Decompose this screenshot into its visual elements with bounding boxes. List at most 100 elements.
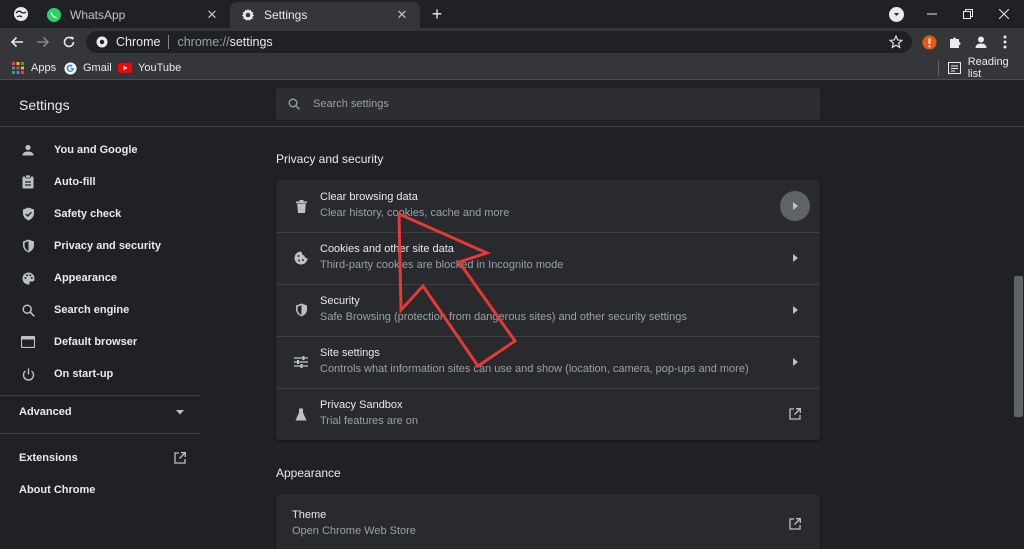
- sidebar-extensions-label: Extensions: [19, 452, 78, 464]
- sidebar-item-about-chrome[interactable]: About Chrome: [0, 474, 200, 506]
- settings-header: Settings: [0, 81, 1024, 127]
- chevron-right-icon[interactable]: [782, 349, 808, 375]
- external-link-icon: [174, 452, 186, 464]
- bookmark-gmail[interactable]: Gmail: [63, 60, 112, 76]
- extensions-puzzle-icon[interactable]: [946, 33, 964, 51]
- shield-icon: [20, 238, 36, 254]
- sidebar-item-label: Search engine: [54, 304, 130, 316]
- shield-icon: [292, 301, 310, 319]
- appearance-card: Theme Open Chrome Web Store: [276, 494, 820, 549]
- close-tab-icon[interactable]: ✕: [394, 7, 410, 23]
- omnibox-separator: [168, 35, 170, 49]
- search-icon: [20, 302, 36, 318]
- sidebar-item-label: You and Google: [54, 144, 138, 156]
- sidebar-item-you-and-google[interactable]: You and Google: [0, 134, 200, 166]
- sidebar-item-label: Privacy and security: [54, 240, 162, 252]
- chrome-site-icon: [96, 36, 108, 48]
- tab-search-icon[interactable]: [8, 5, 34, 23]
- reading-list-button[interactable]: Reading list: [948, 56, 1024, 80]
- sidebar-item-appearance[interactable]: Appearance: [0, 262, 200, 294]
- sidebar-item-on-start-up[interactable]: On start-up: [0, 358, 200, 390]
- bookmark-label: YouTube: [138, 62, 182, 74]
- trash-icon: [292, 197, 310, 215]
- page-title: Settings: [19, 97, 70, 113]
- search-settings-input[interactable]: [313, 98, 793, 110]
- external-link-icon[interactable]: [782, 511, 808, 537]
- sidebar-item-search-engine[interactable]: Search engine: [0, 294, 200, 326]
- tab-strip: WhatsApp ✕ Settings ✕ +: [0, 0, 1024, 28]
- row-title: Privacy Sandbox: [320, 399, 403, 411]
- back-button[interactable]: [8, 33, 26, 51]
- sidebar-item-extensions[interactable]: Extensions: [0, 442, 200, 474]
- sidebar-item-default-browser[interactable]: Default browser: [0, 326, 200, 358]
- row-title: Cookies and other site data: [320, 243, 454, 255]
- tab-settings[interactable]: Settings ✕: [230, 2, 420, 28]
- row-privacy-sandbox[interactable]: Privacy Sandbox Trial features are on: [276, 388, 820, 440]
- bookmark-apps[interactable]: Apps: [11, 60, 56, 76]
- scrollbar-thumb[interactable]: [1014, 276, 1023, 417]
- shield-check-icon: [20, 206, 36, 222]
- sliders-icon: [292, 353, 310, 371]
- row-subtitle: Open Chrome Web Store: [292, 525, 416, 537]
- section-title-appearance: Appearance: [276, 466, 341, 480]
- reading-list-icon: [948, 61, 962, 75]
- sidebar-item-label: Auto-fill: [54, 176, 96, 188]
- tab-whatsapp[interactable]: WhatsApp ✕: [36, 2, 230, 28]
- sidebar-item-label: Safety check: [54, 208, 122, 220]
- profile-avatar-icon[interactable]: [972, 33, 990, 51]
- sidebar-item-safety-check[interactable]: Safety check: [0, 198, 200, 230]
- bookmark-label: Apps: [31, 62, 57, 74]
- google-icon: [63, 61, 77, 75]
- row-cookies-and-site-data[interactable]: Cookies and other site data Third-party …: [276, 232, 820, 284]
- flask-icon: [292, 405, 310, 423]
- sidebar-item-privacy-and-security[interactable]: Privacy and security: [0, 230, 200, 262]
- row-title: Security: [320, 295, 360, 307]
- apps-grid-icon: [11, 61, 25, 75]
- chevron-right-icon[interactable]: [780, 191, 810, 221]
- chevron-right-icon[interactable]: [782, 245, 808, 271]
- row-subtitle: Safe Browsing (protection from dangerous…: [320, 311, 687, 323]
- clipboard-icon: [20, 174, 36, 190]
- section-title-privacy: Privacy and security: [276, 152, 384, 166]
- search-icon: [287, 97, 301, 111]
- bookmark-youtube[interactable]: YouTube: [118, 60, 181, 76]
- sidebar-item-label: On start-up: [54, 368, 114, 380]
- url-path: settings: [229, 35, 273, 49]
- browser-toolbar: Chrome chrome:// settings: [0, 28, 1024, 56]
- sidebar-about-label: About Chrome: [19, 484, 96, 496]
- gear-icon: [240, 7, 256, 23]
- row-site-settings[interactable]: Site settings Controls what information …: [276, 336, 820, 388]
- extension-alert-icon[interactable]: [920, 33, 938, 51]
- new-tab-button[interactable]: +: [428, 5, 446, 24]
- minimize-button[interactable]: [914, 0, 950, 28]
- reload-button[interactable]: [60, 33, 78, 51]
- search-settings-box[interactable]: [276, 88, 820, 120]
- close-tab-icon[interactable]: ✕: [204, 7, 220, 23]
- external-link-icon[interactable]: [782, 401, 808, 427]
- row-security[interactable]: Security Safe Browsing (protection from …: [276, 284, 820, 336]
- chevron-down-icon: [176, 409, 184, 415]
- close-window-button[interactable]: [986, 0, 1022, 28]
- youtube-icon: [118, 61, 132, 75]
- bookmark-star-icon[interactable]: [888, 34, 904, 50]
- row-clear-browsing-data[interactable]: Clear browsing data Clear history, cooki…: [276, 180, 820, 232]
- bookmark-label: Gmail: [83, 62, 112, 74]
- tab-search-dropdown-icon[interactable]: [889, 7, 904, 22]
- forward-button[interactable]: [34, 33, 52, 51]
- address-bar[interactable]: Chrome chrome:// settings: [86, 31, 912, 53]
- sidebar-divider: [0, 433, 200, 434]
- chevron-right-icon[interactable]: [782, 297, 808, 323]
- row-theme[interactable]: Theme Open Chrome Web Store: [276, 498, 820, 549]
- person-icon: [20, 142, 36, 158]
- sidebar-advanced-toggle[interactable]: Advanced: [0, 396, 200, 428]
- tab-title: Settings: [264, 8, 308, 22]
- browser-icon: [20, 334, 36, 350]
- menu-kebab-icon[interactable]: [996, 33, 1014, 51]
- sidebar-item-label: Appearance: [54, 272, 117, 284]
- row-subtitle: Clear history, cookies, cache and more: [320, 207, 510, 219]
- restore-button[interactable]: [950, 0, 986, 28]
- row-subtitle: Trial features are on: [320, 415, 419, 427]
- sidebar-item-auto-fill[interactable]: Auto-fill: [0, 166, 200, 198]
- sidebar-advanced-label: Advanced: [19, 406, 72, 418]
- whatsapp-icon: [46, 7, 62, 23]
